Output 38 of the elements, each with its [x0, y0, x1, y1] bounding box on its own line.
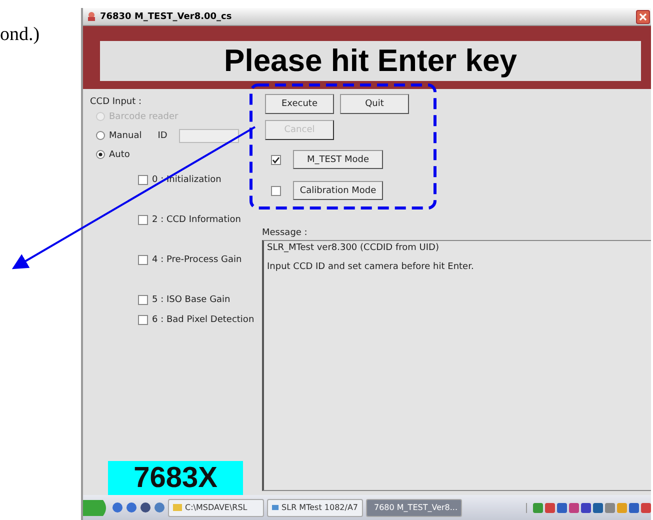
action-button[interactable]: Execute: [265, 94, 334, 114]
checkbox[interactable]: [271, 154, 281, 164]
mode-button[interactable]: M_TEST Mode: [293, 150, 383, 169]
log-line: SLR_MTest ver8.300 (CCDID from UID): [267, 243, 440, 253]
section-label: CCD Input :: [90, 97, 143, 107]
status-banner: Please hit Enter key: [100, 41, 641, 81]
radio-label: Auto: [109, 150, 130, 160]
checkbox[interactable]: [138, 295, 148, 305]
section-label: Message :: [262, 228, 308, 238]
checkbox[interactable]: [138, 315, 148, 325]
checkbox[interactable]: [138, 255, 148, 265]
checkbox[interactable]: [271, 186, 281, 196]
step-label: 6 : Bad Pixel Detection: [152, 315, 254, 325]
field-label: ID: [158, 130, 168, 140]
step-label: 2 : CCD Information: [152, 215, 241, 225]
step-label: 5 : ISO Base Gain: [152, 295, 230, 305]
radio-button[interactable]: [96, 150, 105, 159]
app-icon: [272, 503, 279, 512]
app-icon: [86, 11, 97, 22]
model-badge: 7683X: [108, 461, 243, 495]
mode-button[interactable]: Calibration Mode: [293, 181, 383, 200]
radio-label: Barcode reader: [109, 112, 178, 122]
radio-label: Manual: [109, 130, 142, 140]
id-input-field[interactable]: [179, 128, 240, 142]
step-label: 4 : Pre-Process Gain: [152, 255, 242, 265]
start-button[interactable]: [83, 498, 109, 518]
radio-button[interactable]: [96, 131, 105, 140]
taskbar-button[interactable]: C:\MSDAVE\RSL: [168, 498, 264, 516]
checkbox[interactable]: [138, 175, 148, 185]
taskbar-button[interactable]: SLR MTest 1082/A7: [267, 498, 363, 516]
folder-icon: [173, 503, 182, 512]
close-icon[interactable]: [636, 10, 650, 24]
log-line: Input CCD ID and set camera before hit Enter.: [267, 262, 475, 272]
document-text: ond.): [0, 24, 40, 45]
taskbar-button[interactable]: 7680 M_TEST_Ver8...: [366, 498, 462, 516]
checkbox[interactable]: [138, 215, 148, 225]
window-title: 76830 M_TEST_Ver8.00_cs: [100, 12, 232, 22]
action-button[interactable]: Quit: [340, 94, 409, 114]
